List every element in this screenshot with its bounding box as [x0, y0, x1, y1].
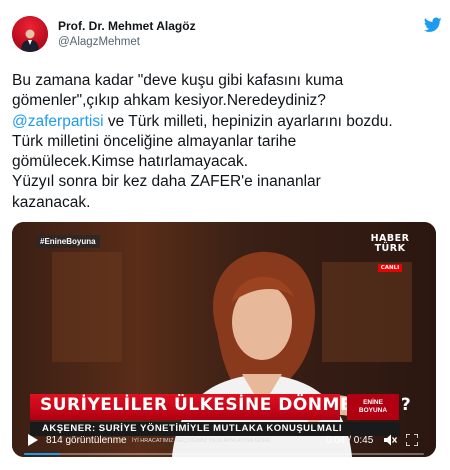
background-shelf [52, 252, 122, 362]
author-name[interactable]: Prof. Dr. Mehmet Alagöz [58, 19, 196, 33]
video-player[interactable]: #EnineBoyuna HABER TÜRK CANLI SURİYELİLE… [12, 222, 436, 457]
progress-fill [24, 453, 60, 455]
channel-logo: HABER TÜRK CANLI [368, 234, 412, 273]
video-time: 0:04 / 0:45 [326, 435, 374, 446]
tweet-line: gömülecek.Kimse hatırlamayacak. [12, 153, 249, 171]
hashtag-overlay: #EnineBoyuna [36, 235, 100, 248]
program-name-line1: ENİNE [363, 399, 383, 406]
tweet-line: kazanacak. [12, 193, 91, 211]
avatar[interactable] [12, 16, 48, 52]
channel-name-line2: TÜRK [374, 243, 406, 254]
tweet-line-rest: ve Türk milleti, hepinizin ayarlarını bo… [107, 112, 393, 130]
live-badge: CANLI [377, 264, 403, 272]
muted-speaker-icon[interactable] [384, 434, 397, 446]
tweet-text: Bu zamana kadar "deve kuşu gibi kafasını… [12, 71, 440, 213]
author-handle[interactable]: @AlagzMehmet [58, 36, 140, 48]
program-badge: ENİNE BOYUNA [347, 394, 399, 420]
mention-link[interactable]: @zaferpartisi [12, 113, 104, 130]
tweet-line: Türk milletini önceliğine almayanlar tar… [12, 132, 297, 150]
play-icon[interactable] [28, 434, 38, 446]
tweet-line-with-mention: @zaferpartisi ve Türk milleti, hepinizin… [12, 112, 440, 132]
tweet-card: Prof. Dr. Mehmet Alagöz @AlagzMehmet Bu … [0, 0, 450, 470]
video-controls: 814 görüntülenme 0:04 / 0:45 [12, 428, 436, 457]
view-count: 814 görüntülenme [46, 435, 127, 446]
program-name-line2: BOYUNA [358, 407, 388, 414]
tweet-line: gömenler",çıkıp ahkam kesiyor.Neredeydin… [12, 92, 326, 110]
twitter-bird-icon[interactable] [424, 17, 442, 33]
fullscreen-icon[interactable] [406, 434, 418, 446]
tweet-line: Bu zamana kadar "deve kuşu gibi kafasını… [12, 72, 344, 89]
tweet-line: Yüzyıl sonra bir kez daha ZAFER'e inanan… [12, 173, 321, 191]
avatar-person-icon [21, 29, 39, 52]
progress-bar[interactable] [24, 453, 424, 455]
